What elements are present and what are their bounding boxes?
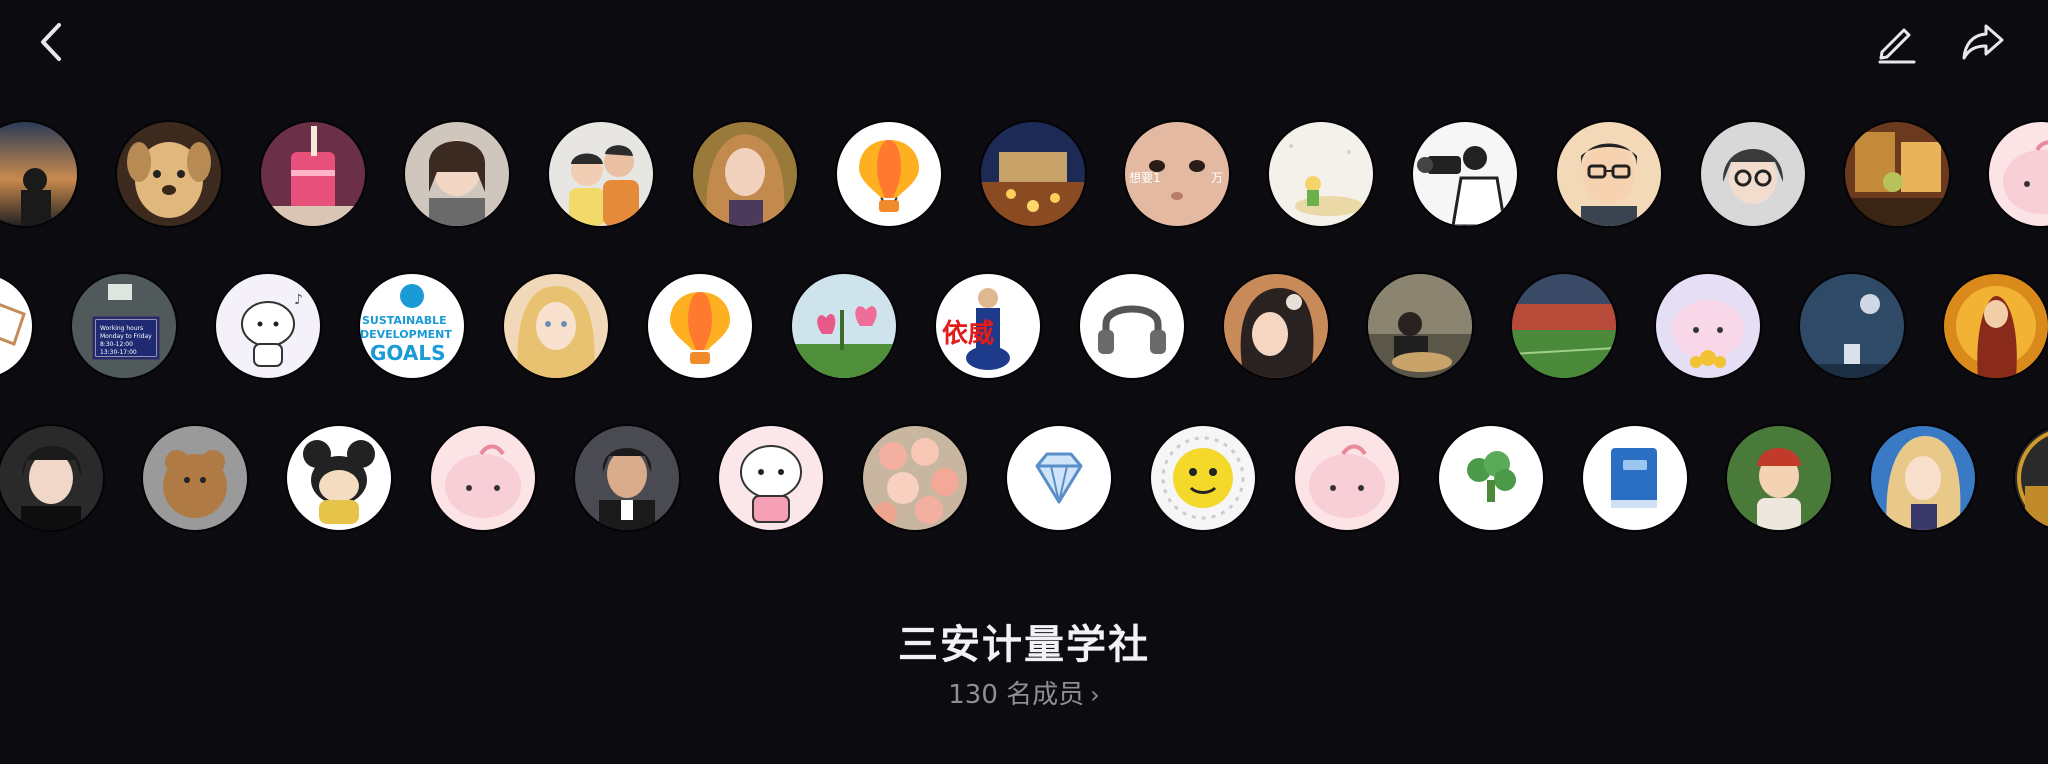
member-count: 130 名成员 [948, 680, 1085, 710]
member-avatar[interactable] [431, 426, 535, 530]
member-avatar-row-2: Working hours Monday to Friday 8:30-12:00 1… [0, 274, 2048, 384]
member-avatar[interactable]: 依威 [936, 274, 1040, 378]
member-avatar[interactable] [1295, 426, 1399, 530]
face-caption-left: 想要1 [1129, 170, 1161, 185]
member-avatar[interactable]: SUSTAINABLE DEVELOPMENT GOALS [360, 274, 464, 378]
member-avatar[interactable] [117, 122, 221, 226]
member-avatar-row-3 [0, 426, 2048, 536]
member-avatar[interactable] [1944, 274, 2048, 378]
member-avatar[interactable] [1007, 426, 1111, 530]
back-button[interactable] [22, 12, 82, 72]
office-sign-line-1: Working hours [100, 325, 143, 332]
member-avatar[interactable] [863, 426, 967, 530]
office-sign-line-2: Monday to Friday [100, 333, 152, 340]
member-avatar[interactable] [1413, 122, 1517, 226]
share-arrow-icon [1962, 24, 2004, 60]
member-avatar[interactable] [1224, 274, 1328, 378]
share-button[interactable] [1953, 12, 2013, 72]
member-avatar[interactable] [143, 426, 247, 530]
member-avatar[interactable] [261, 122, 365, 226]
member-avatar[interactable] [405, 122, 509, 226]
member-avatar[interactable] [1269, 122, 1373, 226]
member-avatar[interactable] [1439, 426, 1543, 530]
member-avatar[interactable]: ♪ [216, 274, 320, 378]
pencil-icon [1878, 28, 1916, 64]
member-avatar[interactable] [0, 426, 103, 530]
member-avatar[interactable] [1080, 274, 1184, 378]
sdg-line-3: GOALS [370, 341, 446, 365]
member-avatar[interactable] [1989, 122, 2048, 226]
member-avatar[interactable] [1845, 122, 1949, 226]
office-sign-line-4: 13:30-17:00 [100, 349, 137, 356]
member-avatar[interactable] [549, 122, 653, 226]
member-avatar[interactable] [837, 122, 941, 226]
member-avatar[interactable] [0, 122, 77, 226]
svg-text:♪: ♪ [294, 292, 303, 308]
edit-button[interactable] [1866, 12, 1926, 72]
member-avatar[interactable] [504, 274, 608, 378]
member-avatar[interactable] [287, 426, 391, 530]
face-caption-right: 万 [1211, 171, 1223, 185]
member-avatar[interactable] [1368, 274, 1472, 378]
member-avatar[interactable] [719, 426, 823, 530]
member-avatar[interactable] [1512, 274, 1616, 378]
member-avatar[interactable] [1557, 122, 1661, 226]
red-characters: 依威 [942, 318, 994, 349]
member-avatar[interactable] [693, 122, 797, 226]
member-avatar[interactable]: Working hours Monday to Friday 8:30-12:00 1… [72, 274, 176, 378]
chevron-right-icon: › [1090, 681, 1100, 709]
member-avatar[interactable] [792, 274, 896, 378]
chevron-left-icon [41, 23, 61, 61]
member-avatar[interactable] [575, 426, 679, 530]
member-avatar[interactable] [981, 122, 1085, 226]
member-avatar[interactable] [1701, 122, 1805, 226]
member-avatar[interactable] [0, 274, 32, 378]
member-avatar[interactable] [1800, 274, 1904, 378]
member-avatar[interactable] [1727, 426, 1831, 530]
member-avatar[interactable] [648, 274, 752, 378]
group-name: 三安计量学社 [898, 622, 1150, 668]
sdg-line-2: DEVELOPMENT [360, 328, 452, 341]
member-avatar[interactable] [1583, 426, 1687, 530]
member-count-link[interactable]: 130 名成员 › [0, 674, 2048, 711]
member-avatar-row-1: 想要1 万 [0, 122, 2048, 232]
member-avatar[interactable] [1656, 274, 1760, 378]
member-avatar[interactable] [1151, 426, 1255, 530]
member-avatar[interactable] [1871, 426, 1975, 530]
sdg-line-1: SUSTAINABLE [362, 314, 447, 327]
member-avatar[interactable] [2015, 426, 2048, 530]
member-avatar[interactable]: 想要1 万 [1125, 122, 1229, 226]
office-sign-line-3: 8:30-12:00 [100, 341, 133, 348]
